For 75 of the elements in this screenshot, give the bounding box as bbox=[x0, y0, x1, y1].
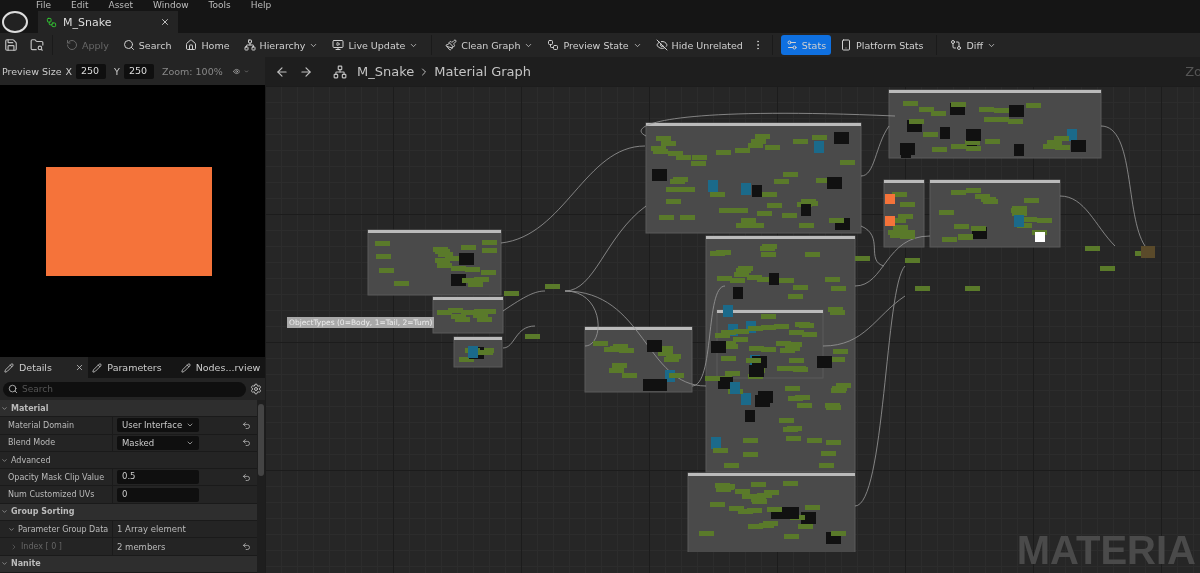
toolbar-button[interactable]: Hierarchy bbox=[238, 35, 324, 55]
property-label: Parameter Group Data bbox=[18, 524, 109, 534]
property-label: Material bbox=[11, 403, 49, 413]
breadcrumb-current: Material Graph bbox=[434, 64, 532, 79]
toolbar-button[interactable]: Diff bbox=[945, 35, 1001, 55]
graph-icon bbox=[333, 64, 347, 79]
monitor-icon bbox=[332, 39, 345, 51]
y-field[interactable]: 250 bbox=[123, 63, 154, 79]
preview-viewport[interactable] bbox=[0, 85, 265, 357]
x-label: X bbox=[65, 65, 73, 77]
menu-item[interactable]: Tools bbox=[208, 1, 231, 10]
pencil-icon bbox=[92, 362, 103, 373]
phone-icon bbox=[840, 39, 853, 51]
zoom-label: Zoom: 100% bbox=[161, 65, 223, 77]
dropdown[interactable]: User Interface bbox=[117, 418, 199, 433]
x-field[interactable]: 250 bbox=[76, 63, 107, 79]
toolbar-button[interactable]: Platform Stats bbox=[835, 35, 929, 55]
pencil-icon bbox=[180, 362, 191, 373]
tab-title: M_Snake bbox=[63, 15, 112, 29]
reset-icon[interactable] bbox=[241, 438, 251, 448]
property-label: Blend Mode bbox=[8, 438, 56, 448]
document-tab[interactable]: M_Snake bbox=[38, 11, 178, 33]
toolbar-button[interactable]: Home bbox=[180, 35, 235, 55]
dropdown[interactable]: Masked bbox=[117, 435, 199, 450]
menu-item[interactable]: Window bbox=[153, 1, 189, 10]
value-field[interactable]: 0 bbox=[117, 487, 199, 502]
reset-icon[interactable] bbox=[241, 472, 251, 482]
menu-item[interactable]: Edit bbox=[71, 1, 89, 10]
toolbar-button[interactable]: Search bbox=[117, 35, 177, 55]
y-label: Y bbox=[114, 65, 120, 77]
toolbar-button[interactable]: Hide Unrelated bbox=[650, 35, 748, 55]
pencil-icon bbox=[4, 362, 14, 373]
close-icon[interactable] bbox=[75, 363, 85, 372]
flowchart-icon bbox=[547, 39, 560, 51]
brush-icon bbox=[445, 39, 458, 51]
property-label: Num Customized UVs bbox=[8, 490, 95, 500]
scrollbar[interactable] bbox=[258, 404, 264, 476]
property-label: Advanced bbox=[11, 455, 51, 465]
expand-icon[interactable] bbox=[1, 456, 8, 464]
property-label: Nanite bbox=[11, 559, 41, 569]
toolbar-button[interactable]: Preview State bbox=[542, 35, 647, 55]
close-icon[interactable] bbox=[160, 17, 170, 27]
forward-icon[interactable] bbox=[299, 64, 313, 79]
save-icon[interactable] bbox=[4, 38, 18, 52]
home-icon bbox=[185, 39, 198, 51]
reset-icon[interactable] bbox=[241, 420, 251, 430]
preview-size-label: Preview Size bbox=[2, 65, 62, 77]
property-label: Opacity Mask Clip Value bbox=[8, 472, 105, 482]
expand-icon[interactable] bbox=[8, 525, 15, 533]
property-value: 2 members bbox=[117, 541, 166, 552]
toolbar-button[interactable]: Clean Graph bbox=[440, 35, 539, 55]
value-field[interactable]: 0.5 bbox=[117, 470, 199, 485]
search-icon bbox=[8, 384, 18, 394]
breadcrumb-link[interactable]: M_Snake bbox=[357, 64, 415, 79]
property-value: 1 Array element bbox=[117, 524, 186, 535]
undo-icon bbox=[66, 39, 78, 51]
property-label: Group Sorting bbox=[11, 507, 75, 517]
reset-icon[interactable] bbox=[241, 542, 251, 551]
back-icon[interactable] bbox=[275, 64, 289, 79]
panel-tab[interactable]: Details bbox=[0, 357, 89, 378]
expand-icon[interactable] bbox=[1, 508, 8, 516]
toolbar-button[interactable]: Live Update bbox=[327, 35, 424, 55]
search-icon bbox=[122, 39, 135, 51]
hierarchy-icon bbox=[243, 39, 256, 51]
eye-off-icon bbox=[655, 39, 668, 51]
property-label: Material Domain bbox=[8, 420, 75, 430]
expand-icon[interactable] bbox=[1, 404, 8, 412]
settings-icon[interactable] bbox=[250, 383, 262, 395]
menu-item[interactable]: Help bbox=[250, 1, 272, 10]
menu-item[interactable]: File bbox=[36, 1, 52, 10]
expand-icon[interactable] bbox=[1, 560, 8, 568]
menu-item[interactable]: Asset bbox=[108, 1, 134, 10]
logo-icon[interactable] bbox=[2, 11, 28, 33]
compare-icon bbox=[950, 39, 963, 51]
browse-icon[interactable] bbox=[30, 38, 44, 52]
